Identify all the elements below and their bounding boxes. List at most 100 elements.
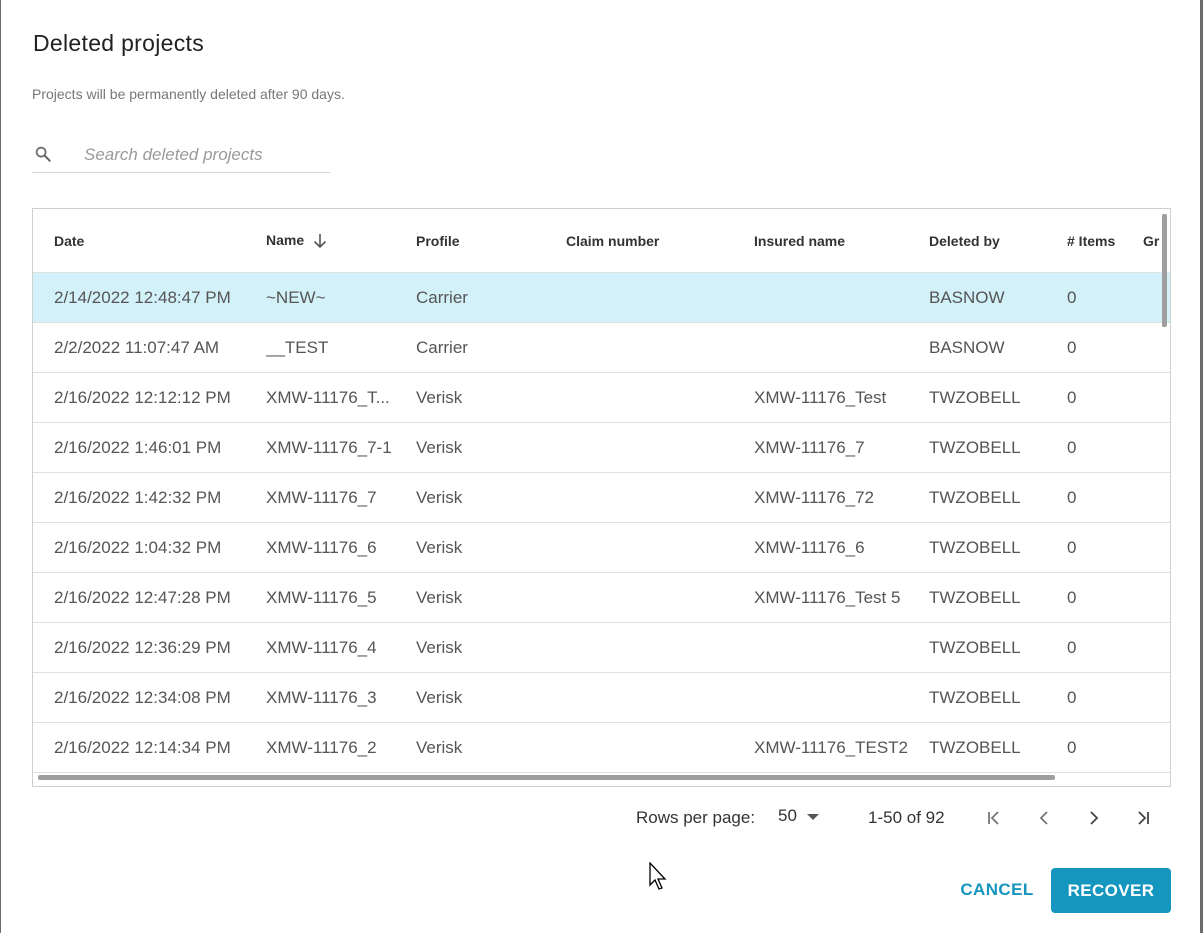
table-row[interactable]: 2/16/2022 12:34:08 PM XMW-11176_3 Verisk… (33, 672, 1170, 723)
cell-profile: Carrier (416, 322, 566, 373)
column-header-items[interactable]: # Items (1067, 209, 1143, 273)
column-header-deleted-by[interactable]: Deleted by (929, 209, 1067, 273)
cell-insured-name (754, 322, 929, 373)
search-input[interactable] (82, 140, 326, 170)
table-row[interactable]: 2/16/2022 12:14:34 PM XMW-11176_2 Verisk… (33, 722, 1170, 773)
cell-name: XMW-11176_7 (266, 472, 416, 523)
cell-insured-name: XMW-11176_6 (754, 522, 929, 573)
cell-claim-number (566, 472, 754, 523)
cell-group (1143, 622, 1170, 673)
cell-name: ~NEW~ (266, 272, 416, 323)
last-page-icon (1138, 811, 1149, 825)
cell-items: 0 (1067, 572, 1143, 623)
column-header-insured-name[interactable]: Insured name (754, 209, 929, 273)
cell-group (1143, 722, 1170, 773)
cell-items: 0 (1067, 322, 1143, 373)
table-row[interactable]: 2/16/2022 1:04:32 PM XMW-11176_6 Verisk … (33, 522, 1170, 573)
arrow-down-icon[interactable] (312, 233, 328, 249)
cell-items: 0 (1067, 272, 1143, 323)
dialog-subtitle: Projects will be permanently deleted aft… (32, 86, 345, 102)
vertical-scrollbar[interactable] (1162, 214, 1167, 327)
cell-name: XMW-11176_7-1 (266, 422, 416, 473)
cell-profile: Carrier (416, 272, 566, 323)
cell-claim-number (566, 722, 754, 773)
column-header-date[interactable]: Date (33, 209, 266, 273)
cell-group (1143, 472, 1170, 523)
recover-button[interactable]: RECOVER (1051, 868, 1171, 913)
cell-group (1143, 372, 1170, 423)
cell-date: 2/2/2022 11:07:47 AM (33, 322, 266, 373)
table-row[interactable]: 2/16/2022 12:12:12 PM XMW-11176_T... Ver… (33, 372, 1170, 423)
cell-items: 0 (1067, 472, 1143, 523)
cell-insured-name (754, 672, 929, 723)
cell-deleted-by: TWZOBELL (929, 522, 1067, 573)
rows-per-page-select[interactable]: 50 (778, 806, 819, 826)
cell-name: XMW-11176_3 (266, 672, 416, 723)
cell-insured-name: XMW-11176_72 (754, 472, 929, 523)
cell-name: XMW-11176_4 (266, 622, 416, 673)
cell-claim-number (566, 522, 754, 573)
cell-claim-number (566, 672, 754, 723)
cell-deleted-by: BASNOW (929, 272, 1067, 323)
cell-claim-number (566, 622, 754, 673)
cell-name: XMW-11176_5 (266, 572, 416, 623)
cell-deleted-by: TWZOBELL (929, 722, 1067, 773)
cell-date: 2/16/2022 12:14:34 PM (33, 722, 266, 773)
cell-items: 0 (1067, 522, 1143, 573)
cell-profile: Verisk (416, 422, 566, 473)
rows-per-page-value: 50 (778, 806, 797, 825)
previous-page-button[interactable] (1031, 805, 1057, 831)
cell-profile: Verisk (416, 472, 566, 523)
horizontal-scrollbar[interactable] (38, 775, 1055, 780)
cell-insured-name: XMW-11176_7 (754, 422, 929, 473)
cell-insured-name: XMW-11176_TEST2 (754, 722, 929, 773)
table-row[interactable]: 2/16/2022 12:36:29 PM XMW-11176_4 Verisk… (33, 622, 1170, 673)
cell-group (1143, 422, 1170, 473)
cell-group (1143, 522, 1170, 573)
first-page-button[interactable] (981, 805, 1007, 831)
cell-profile: Verisk (416, 522, 566, 573)
search-icon[interactable] (34, 145, 52, 163)
cell-deleted-by: TWZOBELL (929, 622, 1067, 673)
table-row[interactable]: 2/16/2022 12:47:28 PM XMW-11176_5 Verisk… (33, 572, 1170, 623)
column-header-claim-number[interactable]: Claim number (566, 209, 754, 273)
cell-claim-number (566, 372, 754, 423)
page-range: 1-50 of 92 (868, 808, 945, 827)
table-row[interactable]: 2/16/2022 1:46:01 PM XMW-11176_7-1 Veris… (33, 422, 1170, 473)
table-row[interactable]: 2/14/2022 12:48:47 PM ~NEW~ Carrier BASN… (33, 272, 1170, 323)
dialog-title: Deleted projects (33, 30, 204, 56)
next-page-button[interactable] (1081, 805, 1107, 831)
cell-deleted-by: TWZOBELL (929, 372, 1067, 423)
rows-per-page-label: Rows per page: (636, 808, 756, 827)
cell-date: 2/14/2022 12:48:47 PM (33, 272, 266, 323)
cell-items: 0 (1067, 422, 1143, 473)
cell-date: 2/16/2022 1:04:32 PM (33, 522, 266, 573)
column-header-name[interactable]: Name (266, 209, 416, 273)
cell-deleted-by: TWZOBELL (929, 672, 1067, 723)
cell-date: 2/16/2022 12:34:08 PM (33, 672, 266, 723)
cell-items: 0 (1067, 722, 1143, 773)
last-page-button[interactable] (1130, 805, 1156, 831)
cell-deleted-by: TWZOBELL (929, 422, 1067, 473)
cell-deleted-by: BASNOW (929, 322, 1067, 373)
cell-claim-number (566, 322, 754, 373)
cell-items: 0 (1067, 372, 1143, 423)
table-row[interactable]: 2/16/2022 1:42:32 PM XMW-11176_7 Verisk … (33, 472, 1170, 523)
cell-profile: Verisk (416, 672, 566, 723)
next-page-icon (1090, 811, 1099, 825)
cancel-button[interactable]: CANCEL (951, 868, 1043, 912)
cell-claim-number (566, 572, 754, 623)
cell-date: 2/16/2022 12:36:29 PM (33, 622, 266, 673)
cell-profile: Verisk (416, 372, 566, 423)
search-box (32, 138, 330, 173)
cell-group (1143, 322, 1170, 373)
cell-profile: Verisk (416, 572, 566, 623)
cell-date: 2/16/2022 12:12:12 PM (33, 372, 266, 423)
cell-items: 0 (1067, 622, 1143, 673)
table-row[interactable]: 2/2/2022 11:07:47 AM __TEST Carrier BASN… (33, 322, 1170, 373)
deleted-projects-dialog: Deleted projects Projects will be perman… (1, 0, 1200, 933)
cell-name: XMW-11176_T... (266, 372, 416, 423)
column-header-profile[interactable]: Profile (416, 209, 566, 273)
first-page-icon (988, 811, 999, 825)
cell-claim-number (566, 272, 754, 323)
